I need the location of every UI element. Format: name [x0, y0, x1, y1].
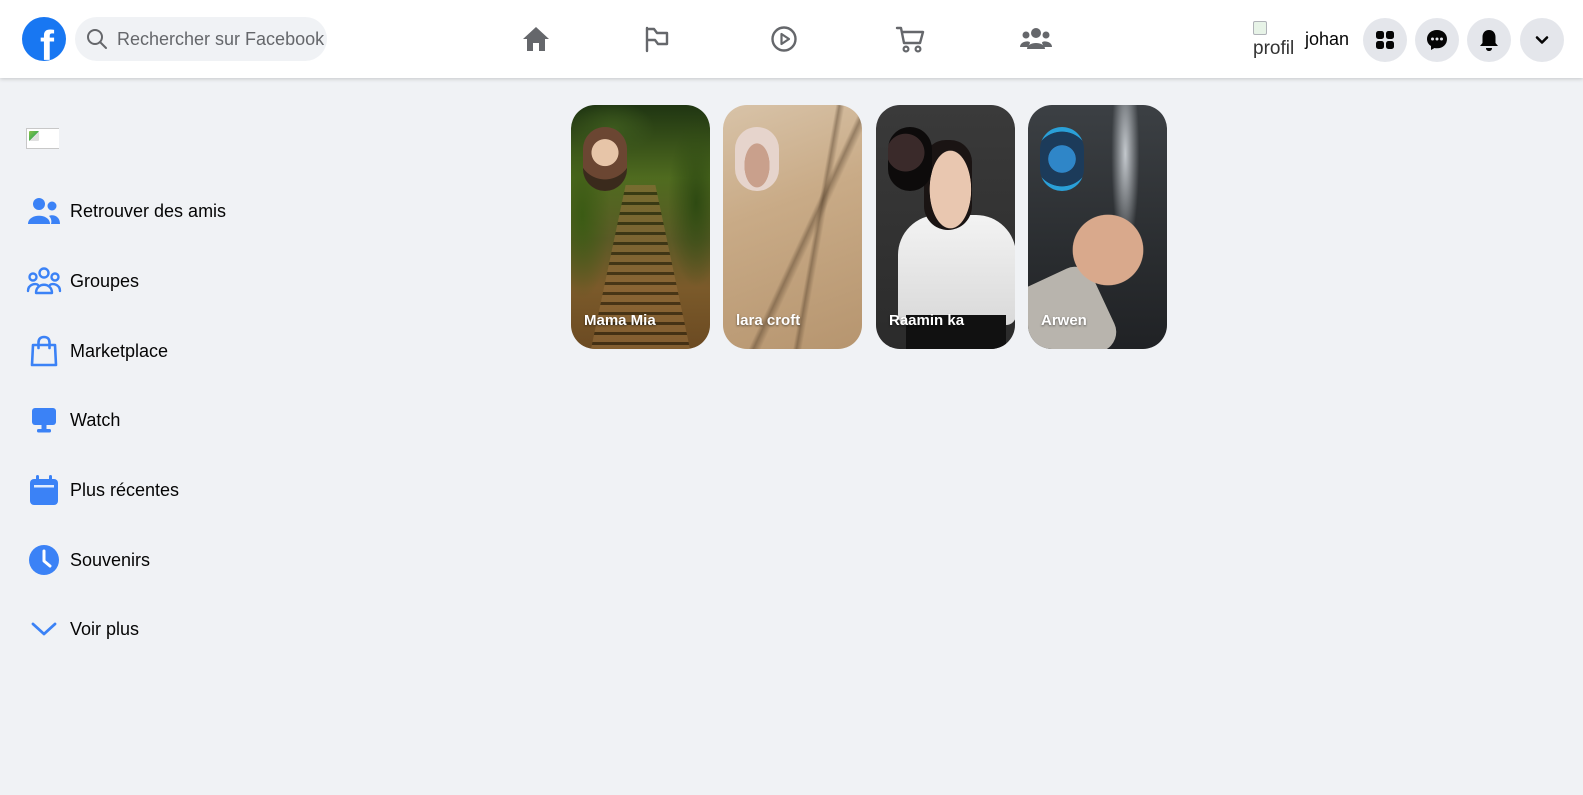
story-avatar [888, 127, 932, 191]
story-avatar [1040, 127, 1084, 191]
search-input[interactable] [117, 28, 327, 50]
watch-icon [771, 26, 797, 52]
facebook-logo[interactable]: f [22, 17, 66, 61]
sidebar-item-memories[interactable]: Souvenirs [26, 542, 150, 578]
facebook-logo-letter: f [40, 22, 54, 62]
sidebar-item-marketplace[interactable]: Marketplace [26, 333, 168, 369]
story-card[interactable]: Raamin ka [876, 105, 1015, 349]
story-card[interactable]: lara croft [723, 105, 862, 349]
top-navigation-bar: f Rechercher sur Facebook profil johan [0, 0, 1583, 78]
sidebar-item-label: Marketplace [70, 340, 169, 361]
story-background [1063, 205, 1153, 295]
story-name: Raamin ka [889, 312, 965, 329]
groups-icon [26, 263, 62, 299]
nav-marketplace[interactable] [887, 17, 933, 61]
marketplace-icon [895, 26, 925, 53]
friends-icon [26, 193, 62, 229]
nav-watch[interactable] [761, 17, 807, 61]
story-background [898, 215, 1015, 325]
sidebar-item-see-more[interactable]: Voir plus [26, 611, 139, 647]
search-icon [87, 29, 107, 49]
groups-icon [1020, 28, 1052, 49]
monitor-icon [26, 402, 62, 438]
sidebar-item-groups[interactable]: Groupes [26, 263, 139, 299]
sidebar-item-friends[interactable]: Retrouver des amis [26, 193, 226, 229]
sidebar-item-label: Retrouver des amis [70, 200, 227, 221]
story-card[interactable]: Arwen [1028, 105, 1167, 349]
sidebar-item-watch[interactable]: Watch [26, 402, 120, 438]
profile-link[interactable]: profil johan [1253, 17, 1349, 61]
nav-groups[interactable] [1013, 17, 1059, 61]
story-name: Arwen [1041, 312, 1087, 329]
sidebar-broken-image [26, 128, 59, 149]
story-name: lara croft [736, 312, 801, 329]
sidebar-item-label: Groupes [70, 270, 140, 291]
flag-icon [645, 26, 669, 53]
chevron-down-icon [26, 611, 62, 647]
calendar-icon [26, 472, 62, 508]
notifications-icon [1480, 30, 1498, 51]
sidebar-item-recent[interactable]: Plus récentes [26, 472, 179, 508]
home-icon [523, 27, 549, 51]
broken-image-icon [29, 131, 39, 141]
story-card[interactable]: Mama Mia [571, 105, 710, 349]
sidebar-item-label: Plus récentes [70, 479, 180, 500]
broken-image-icon [1253, 21, 1267, 35]
profile-name: johan [1305, 28, 1350, 49]
clock-icon [26, 542, 62, 578]
notifications-button[interactable] [1467, 18, 1511, 62]
nav-home[interactable] [513, 17, 559, 61]
nav-pages[interactable] [634, 17, 680, 61]
shopping-bag-icon [26, 333, 62, 369]
menu-button[interactable] [1363, 18, 1407, 62]
story-avatar [735, 127, 779, 191]
profile-avatar-alt: profil [1253, 38, 1295, 59]
sidebar-item-label: Souvenirs [70, 549, 151, 570]
sidebar-item-label: Voir plus [70, 618, 140, 639]
account-button[interactable] [1520, 18, 1564, 62]
menu-grid-icon [1376, 31, 1394, 49]
sidebar-item-label: Watch [70, 409, 121, 430]
profile-avatar: profil [1253, 19, 1295, 59]
story-name: Mama Mia [584, 312, 656, 329]
messenger-icon [1427, 30, 1447, 50]
story-avatar [583, 127, 627, 191]
messenger-button[interactable] [1415, 18, 1459, 62]
search-box[interactable] [75, 17, 327, 61]
account-chevron-icon [1535, 36, 1549, 44]
